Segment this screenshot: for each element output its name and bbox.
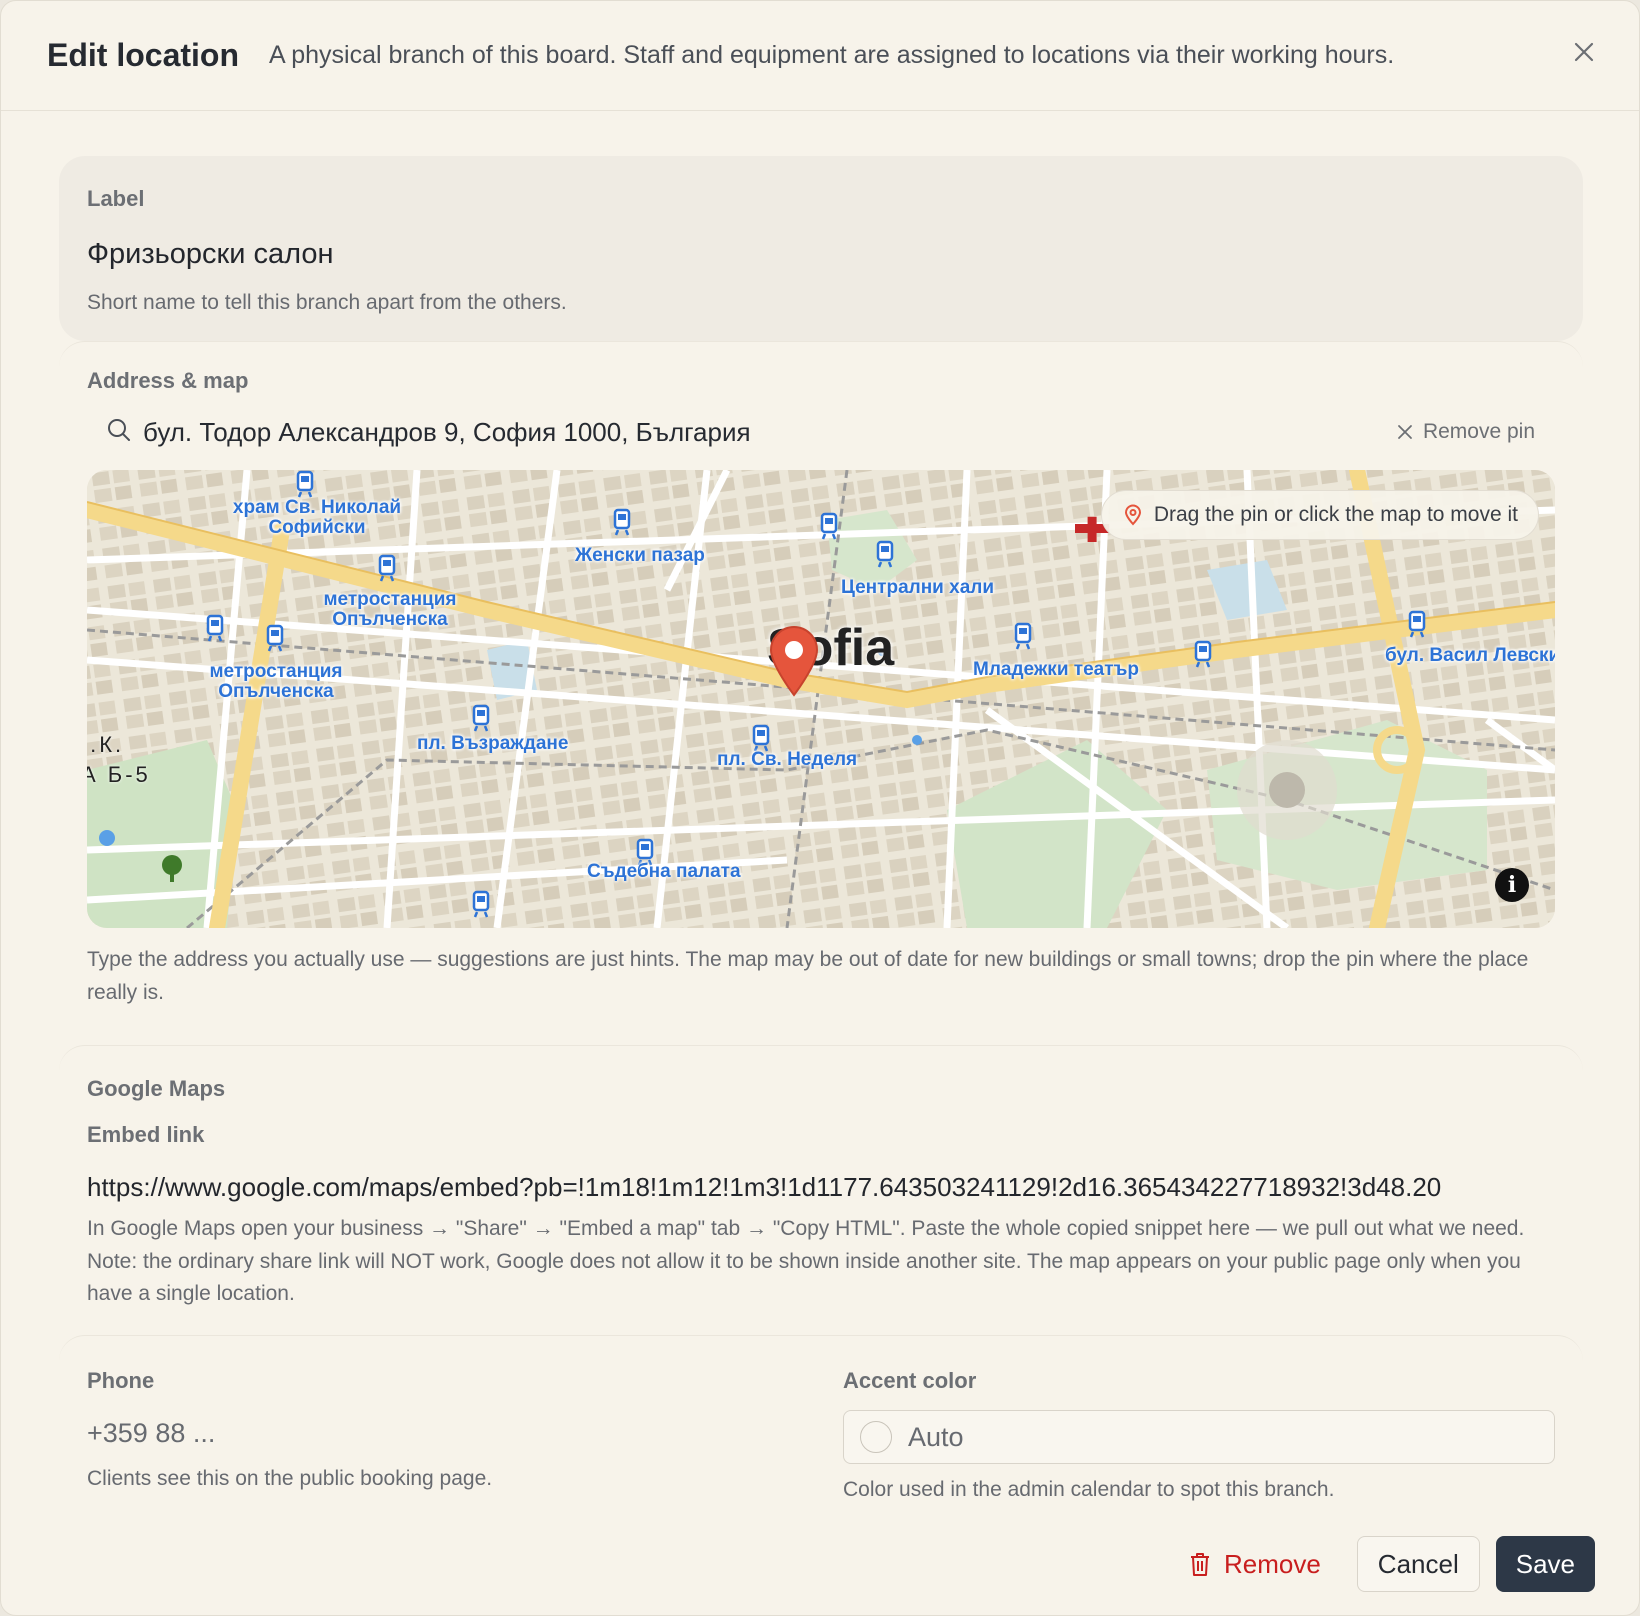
google-maps-section: Google Maps Embed link https://www.googl…	[59, 1045, 1583, 1311]
map-label-mladezhki: Младежки театър	[973, 659, 1139, 680]
remove-button-label: Remove	[1223, 1548, 1321, 1579]
contact-section: Phone +359 88 ... Clients see this on th…	[59, 1335, 1583, 1507]
map-drag-hint-text: Drag the pin or click the map to move it	[1153, 503, 1518, 526]
save-button[interactable]: Save	[1495, 1536, 1595, 1592]
dialog-footer: Remove Cancel Save	[1168, 1536, 1595, 1592]
tram-stop-icon	[1194, 640, 1212, 668]
embed-link-input[interactable]: https://www.google.com/maps/embed?pb=!1m…	[87, 1172, 1555, 1203]
map-pin-icon[interactable]	[767, 625, 821, 697]
address-section: Address & map бул. Тодор Александров 9, …	[59, 341, 1583, 1009]
tram-stop-icon	[876, 540, 894, 568]
phone-label: Phone	[87, 1368, 155, 1393]
label-hint: Short name to tell this branch apart fro…	[87, 291, 567, 314]
map-label-levski: бул. Васил Левски	[1385, 645, 1555, 666]
tram-stop-icon	[752, 724, 770, 752]
tram-stop-icon	[472, 704, 490, 732]
map-label-church: храм Св. Николай Софийски	[232, 497, 402, 538]
edit-location-dialog: Edit location A physical branch of this …	[0, 0, 1640, 1616]
accent-column: Accent color Auto Color used in the admi…	[843, 1336, 1555, 1507]
map-label-tsentralni-hali: Централни хали	[841, 577, 995, 598]
tram-stop-icon	[266, 624, 284, 652]
google-maps-title: Google Maps	[87, 1076, 226, 1101]
address-input[interactable]: бул. Тодор Александров 9, София 1000, Бъ…	[143, 417, 1397, 448]
phone-hint: Clients see this on the public booking p…	[87, 1467, 493, 1490]
tram-stop-icon	[613, 508, 631, 536]
map-info-icon[interactable]: i	[1495, 868, 1529, 902]
remove-pin-button[interactable]: Remove pin	[1397, 420, 1535, 444]
embed-link-label: Embed link	[87, 1122, 205, 1147]
map-label-kk-2: А Б-5	[87, 762, 151, 787]
address-hint: Type the address you actually use — sugg…	[87, 948, 1529, 1004]
tram-stop-icon	[1014, 622, 1032, 650]
label-section-title: Label	[87, 186, 145, 211]
accent-color-picker[interactable]: Auto	[843, 1410, 1555, 1464]
remove-pin-label: Remove pin	[1422, 420, 1535, 443]
phone-input[interactable]: +359 88 ...	[87, 1418, 799, 1449]
address-search-row: бул. Тодор Александров 9, София 1000, Бъ…	[87, 412, 1555, 452]
address-section-title: Address & map	[87, 368, 249, 393]
search-icon	[107, 418, 131, 447]
dialog-subtitle: A physical branch of this board. Staff a…	[269, 41, 1395, 69]
map-label-zhenski-pazar: Женски пазар	[575, 545, 705, 566]
tram-stop-icon	[472, 890, 490, 918]
accent-color-label: Accent color	[843, 1368, 977, 1393]
map-label-metro-1: метростанция Опълченска	[323, 589, 457, 630]
close-icon	[1398, 425, 1412, 439]
cancel-button[interactable]: Cancel	[1356, 1536, 1480, 1592]
location-map[interactable]: храм Св. Николай Софийски Женски пазар Ц…	[87, 470, 1555, 928]
phone-column: Phone +359 88 ... Clients see this on th…	[87, 1336, 799, 1507]
map-label-nedelya: пл. Св. Неделя	[717, 749, 858, 770]
tram-stop-icon	[296, 470, 314, 498]
remove-button[interactable]: Remove	[1168, 1536, 1341, 1592]
location-pin-icon	[1124, 504, 1141, 526]
accent-color-hint: Color used in the admin calendar to spot…	[843, 1478, 1335, 1501]
close-icon[interactable]	[1569, 37, 1599, 67]
trash-icon	[1190, 1553, 1209, 1576]
tram-stop-icon	[820, 512, 838, 540]
label-section: Label Фризьорски салон Short name to tel…	[59, 156, 1583, 341]
dialog-header: Edit location A physical branch of this …	[1, 1, 1639, 111]
tram-stop-icon	[1408, 610, 1426, 638]
map-label-vazrazhdane: пл. Възраждане	[417, 733, 569, 754]
tram-stop-icon	[378, 554, 396, 582]
label-input[interactable]: Фризьорски салон	[87, 238, 1555, 271]
map-label-metro-2: метростанция Опълченска	[209, 661, 343, 702]
color-swatch	[860, 1421, 892, 1453]
accent-color-value: Auto	[908, 1421, 964, 1452]
dialog-title: Edit location	[47, 37, 239, 73]
map-label-kk-1: .К.	[90, 732, 125, 757]
embed-link-hint: In Google Maps open your business → "Sha…	[87, 1217, 1525, 1306]
map-drag-hint: Drag the pin or click the map to move it	[1100, 490, 1539, 540]
map-label-sadebna: Съдебна палата	[587, 861, 741, 882]
tram-stop-icon	[206, 614, 224, 642]
